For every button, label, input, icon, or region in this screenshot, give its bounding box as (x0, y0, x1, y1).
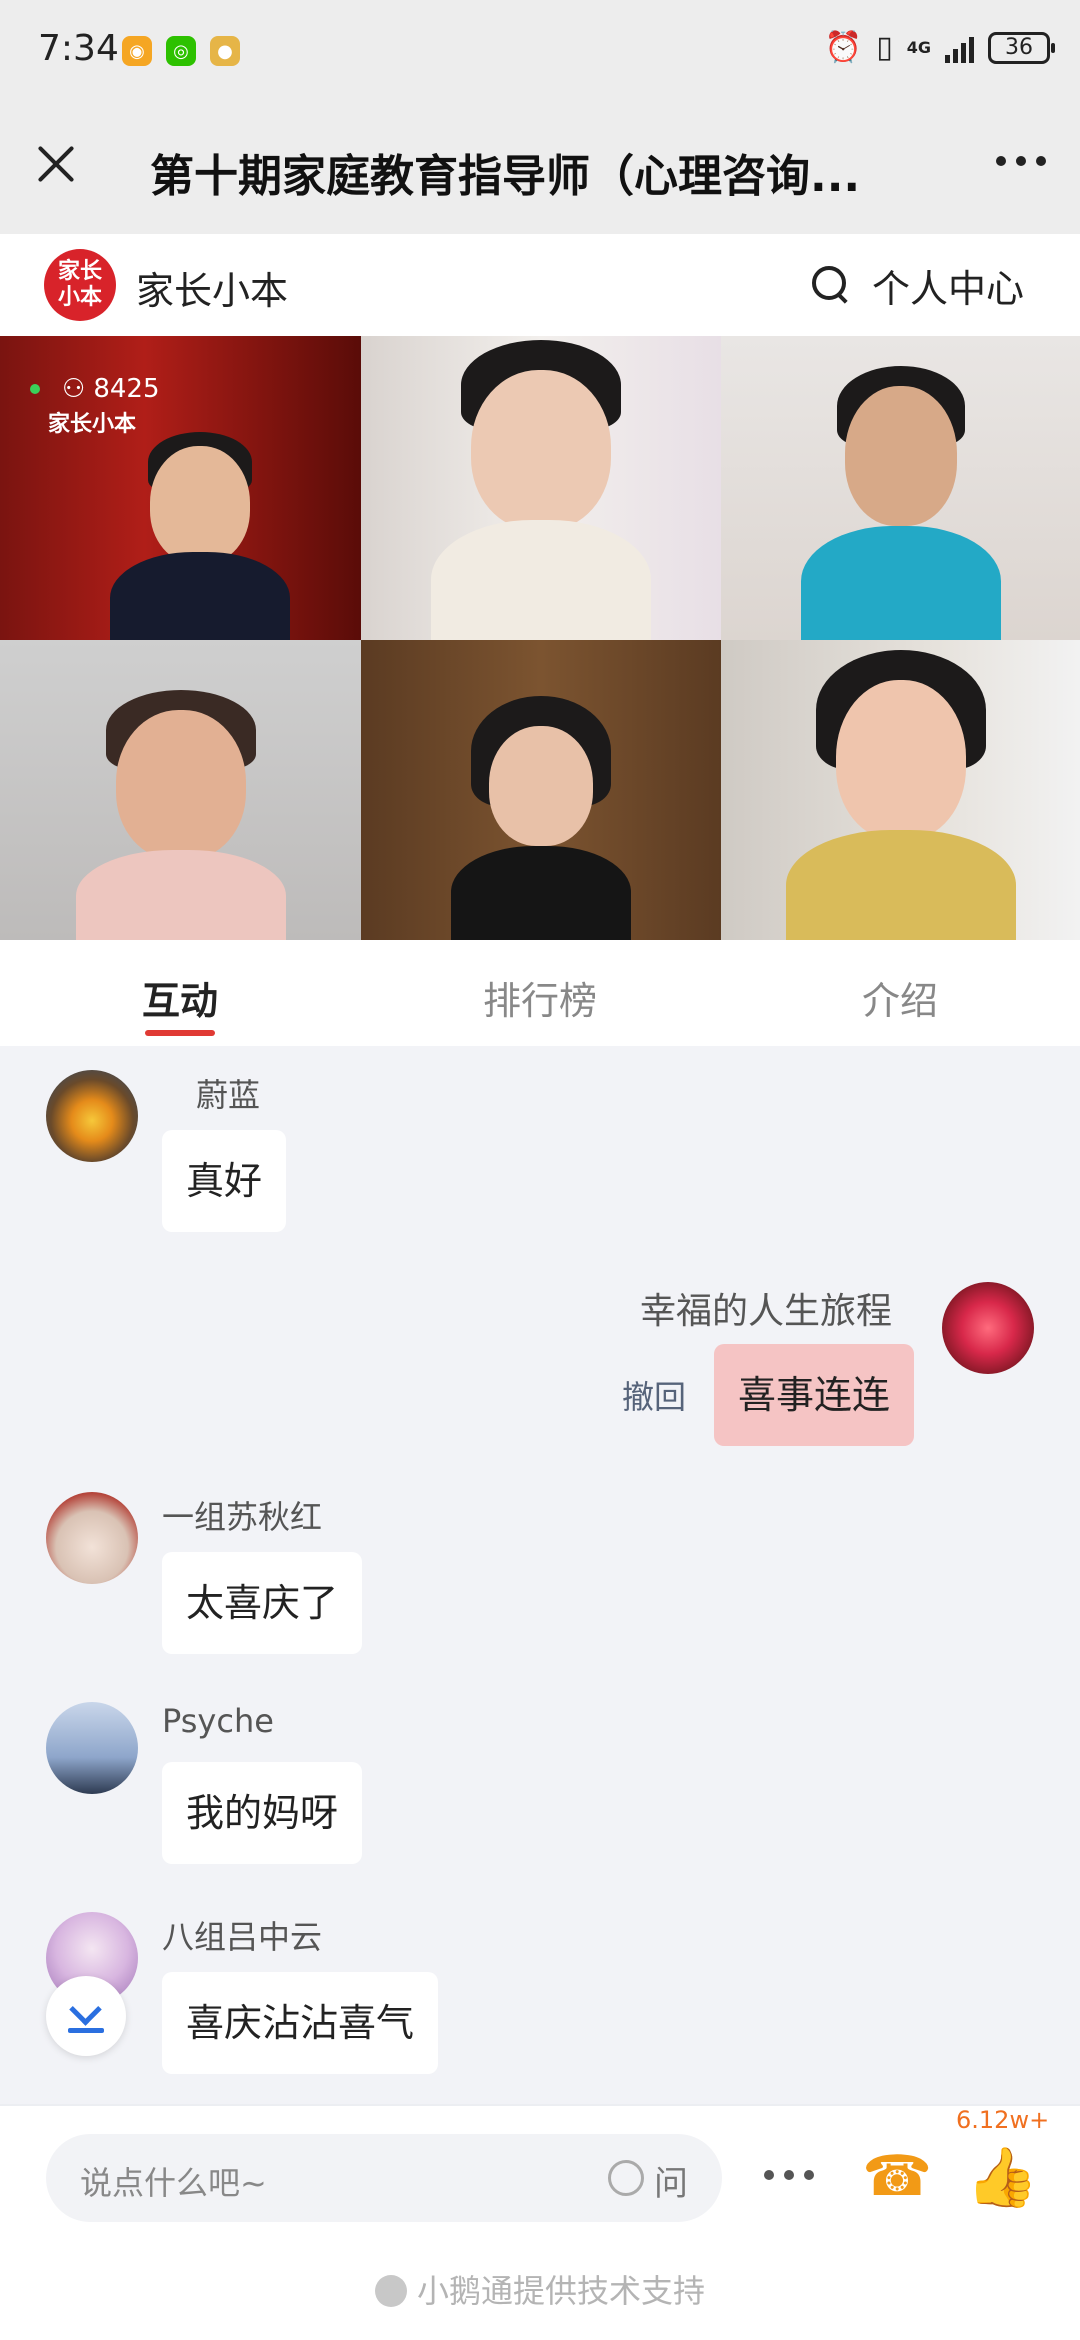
tab-introduction[interactable]: 介绍 (720, 940, 1080, 1046)
avatar[interactable] (46, 1702, 138, 1794)
participant-figure (451, 696, 631, 940)
participant-figure (110, 432, 290, 640)
network-type: 4G (906, 38, 931, 57)
ask-question-checkbox[interactable] (608, 2160, 644, 2196)
brand-name[interactable]: 家长小本 (136, 260, 288, 315)
title-bar: 第十期家庭教育指导师（心理咨询... (0, 100, 1080, 234)
search-icon[interactable] (810, 264, 850, 304)
video-tile-4[interactable] (0, 640, 361, 940)
message-username: 八组吕中云 (162, 1918, 323, 1956)
page-title: 第十期家庭教育指导师（心理咨询... (150, 151, 861, 202)
tab-bar: 互动 排行榜 介绍 (0, 940, 1080, 1046)
app-header: 家长 小本 家长小本 个人中心 (0, 234, 1080, 336)
tab-interaction[interactable]: 互动 (0, 940, 360, 1046)
video-tile-5[interactable] (361, 640, 721, 940)
more-options-button[interactable] (996, 156, 1046, 166)
participant-figure (431, 340, 651, 640)
message-bubble[interactable]: 喜事连连 (714, 1344, 915, 1446)
monkey-app-icon: ● (210, 36, 240, 66)
chat-list[interactable]: 蔚蓝 真好 幸福的人生旅程 撤回 喜事连连 一组苏秋红 太喜庆了 Psyche … (0, 1046, 1080, 2104)
xiaoetong-logo-icon (374, 2275, 407, 2307)
status-bar: 7:34 ◉ ◎ ● ⏰ ▯ 4G 36 (0, 0, 1080, 100)
tab-ranking[interactable]: 排行榜 (360, 940, 720, 1046)
people-icon: ⚇ (62, 374, 86, 404)
video-tile-host[interactable]: ⚇ 8425 家长小本 (0, 336, 361, 640)
avatar[interactable] (46, 1070, 138, 1162)
video-tile-2[interactable] (361, 336, 721, 640)
message-username: 蔚蓝 (196, 1076, 261, 1114)
participant-figure (75, 690, 286, 940)
status-app-icons: ◉ ◎ ● (122, 36, 240, 66)
recall-button[interactable]: 撤回 (622, 1372, 686, 1418)
tech-support-note: 小鹅通提供技术支持 (0, 2266, 1080, 2312)
bottom-bar: 说点什么吧~ 问 ☎ 6.12w+ 👍 小鹅通提供技术支持 (0, 2104, 1080, 2340)
phone-call-icon[interactable]: ☎ (862, 2142, 932, 2212)
active-tab-indicator (145, 1030, 215, 1036)
message-username: 幸福的人生旅程 (640, 1291, 893, 1332)
vibrate-icon: ▯ (876, 30, 893, 65)
thumbs-up-icon[interactable]: 👍 (966, 2142, 1038, 2212)
video-grid[interactable]: ⚇ 8425 家长小本 (0, 336, 1080, 940)
comment-input[interactable]: 说点什么吧~ 问 (46, 2134, 722, 2222)
participant-figure (785, 650, 1016, 940)
avatar[interactable] (942, 1282, 1034, 1374)
status-right: ⏰ ▯ 4G 36 (824, 30, 1055, 65)
status-time: 7:34 (38, 28, 119, 69)
message-username: Psyche (162, 1702, 274, 1740)
viewer-count: ⚇ 8425 (30, 374, 159, 404)
brand-logo[interactable]: 家长 小本 (44, 249, 116, 321)
video-tile-3[interactable] (721, 336, 1080, 640)
comment-input-placeholder: 说点什么吧~ (80, 2164, 267, 2202)
live-indicator (30, 384, 40, 394)
avatar[interactable] (46, 1492, 138, 1584)
close-button[interactable] (28, 136, 84, 192)
message-username: 一组苏秋红 (162, 1498, 323, 1536)
personal-center-link[interactable]: 个人中心 (872, 258, 1024, 313)
message-bubble[interactable]: 真好 (162, 1130, 287, 1232)
participant-figure (800, 366, 1001, 640)
alarm-icon: ⏰ (824, 30, 863, 65)
message-bubble[interactable]: 喜庆沾沾喜气 (162, 1972, 439, 2074)
weibo-icon: ◉ (122, 36, 152, 66)
message-bubble[interactable]: 太喜庆了 (162, 1552, 363, 1654)
ask-question-label[interactable]: 问 (654, 2156, 688, 2205)
more-actions-button[interactable] (764, 2170, 814, 2180)
wechat-icon: ◎ (166, 36, 196, 66)
signal-icon (945, 33, 974, 63)
message-bubble[interactable]: 我的妈呀 (162, 1762, 363, 1864)
like-count: 6.12w+ (956, 2106, 1050, 2134)
scroll-to-bottom-button[interactable] (46, 1976, 126, 2056)
video-tile-6[interactable] (721, 640, 1080, 940)
battery-icon: 36 (988, 31, 1055, 64)
